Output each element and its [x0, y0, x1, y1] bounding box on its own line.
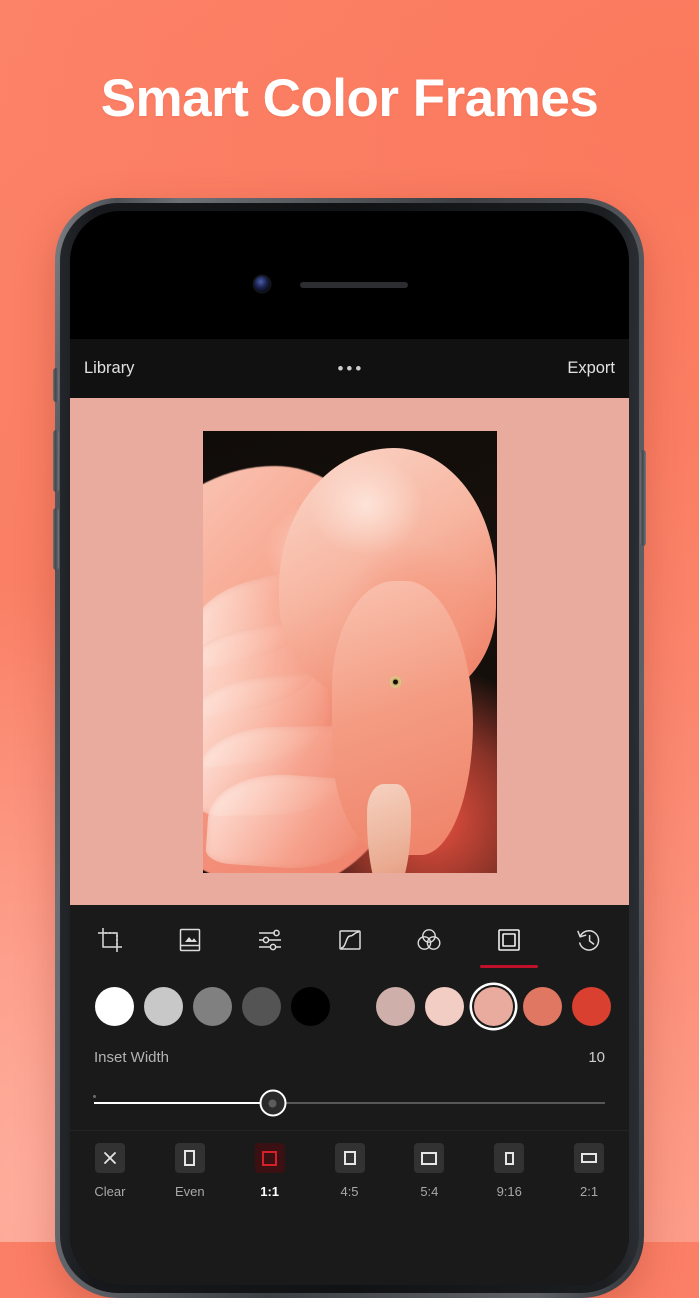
- ratio-even[interactable]: Even: [150, 1143, 230, 1199]
- inset-width-row: Inset Width 10: [70, 1038, 629, 1076]
- history-tool[interactable]: [549, 905, 629, 975]
- app-top-bar: Library ••• Export: [70, 339, 629, 398]
- color-palette[interactable]: [70, 975, 629, 1038]
- ratio-9-16-label: 9:16: [496, 1184, 522, 1199]
- phone-bezel: Library ••• Export Inset Width 10 Clear …: [60, 203, 639, 1293]
- swatch-dark-gray-dot: [242, 987, 281, 1026]
- rect-5-4-icon: [421, 1151, 438, 1165]
- swatch-pale-pink[interactable]: [420, 987, 469, 1026]
- frames-tool[interactable]: [469, 905, 549, 975]
- library-button[interactable]: Library: [84, 359, 134, 378]
- rect-1-1-icon: [262, 1150, 278, 1166]
- swatch-coral[interactable]: [518, 987, 567, 1026]
- flamingo-eye: [389, 675, 403, 688]
- swatch-dusty-rose-dot: [376, 987, 415, 1026]
- swatch-red[interactable]: [567, 987, 616, 1026]
- earpiece-speaker: [300, 282, 408, 288]
- swatch-black-dot: [291, 987, 330, 1026]
- phone-mute-switch: [53, 368, 59, 402]
- rect-even-icon: [184, 1150, 196, 1166]
- inset-width-label: Inset Width: [94, 1048, 170, 1066]
- ratio-2-1[interactable]: 2:1: [549, 1143, 629, 1199]
- swatch-black[interactable]: [286, 987, 335, 1026]
- ratio-5-4[interactable]: 5:4: [389, 1143, 469, 1199]
- rect-2-1-icon: [581, 1153, 598, 1163]
- export-button[interactable]: Export: [567, 359, 615, 378]
- swatch-white[interactable]: [90, 987, 139, 1026]
- ratio-9-16-box: [494, 1143, 525, 1173]
- inset-width-slider-fill: [94, 1102, 273, 1104]
- photo-frame-icon: [179, 928, 201, 952]
- phone-notch-hardware: [70, 273, 629, 297]
- ratio-clear-box: [94, 1143, 125, 1173]
- aspect-ratio-bar: Clear Even 1:1 4:5 5:4 9:16 2:1: [70, 1130, 629, 1285]
- ratio-1-1-label: 1:1: [260, 1184, 280, 1199]
- adjust-tool[interactable]: [230, 905, 310, 975]
- ratio-even-label: Even: [174, 1184, 205, 1199]
- swatch-dusty-rose[interactable]: [371, 987, 420, 1026]
- swatch-coral-dot: [523, 987, 562, 1026]
- ratio-2-1-box: [574, 1143, 605, 1173]
- ratio-clear-label: Clear: [94, 1184, 126, 1199]
- swatch-light-gray-dot: [144, 987, 183, 1026]
- swatch-salmon-pink[interactable]: [469, 987, 518, 1026]
- ratio-4-5-box: [334, 1143, 365, 1173]
- ratio-clear[interactable]: Clear: [70, 1143, 150, 1199]
- swatch-mid-gray[interactable]: [188, 987, 237, 1026]
- phone-volume-up-button: [53, 430, 59, 492]
- ratio-5-4-box: [414, 1143, 445, 1173]
- swatch-dark-gray[interactable]: [237, 987, 286, 1026]
- ratio-9-16[interactable]: 9:16: [469, 1143, 549, 1199]
- curves-icon: [338, 930, 361, 950]
- phone-mockup: Library ••• Export Inset Width 10 Clear …: [53, 198, 646, 1298]
- editor-canvas[interactable]: [70, 398, 629, 905]
- swatch-salmon-pink-dot: [474, 987, 513, 1026]
- color-mix-tool[interactable]: [389, 905, 469, 975]
- page-title: Smart Color Frames: [100, 69, 599, 128]
- slider-min-marker: [93, 1095, 96, 1098]
- swatch-mid-gray-dot: [193, 987, 232, 1026]
- curves-tool[interactable]: [310, 905, 390, 975]
- swatch-light-gray[interactable]: [139, 987, 188, 1026]
- frame-square-icon: [498, 929, 521, 951]
- ratio-4-5-label: 4:5: [340, 1184, 359, 1199]
- ratio-even-box: [174, 1143, 205, 1173]
- ratio-1-1[interactable]: 1:1: [230, 1143, 310, 1199]
- swatch-red-dot: [572, 987, 611, 1026]
- phone-screen: Library ••• Export Inset Width 10 Clear …: [70, 211, 629, 1285]
- phone-power-button: [640, 450, 646, 546]
- sliders-icon: [258, 929, 281, 951]
- phone-volume-down-button: [53, 508, 59, 570]
- crop-icon: [97, 928, 122, 952]
- swatch-white-dot: [95, 987, 134, 1026]
- ratio-5-4-label: 5:4: [420, 1184, 439, 1199]
- more-options-button[interactable]: •••: [337, 359, 364, 379]
- crop-tool[interactable]: [70, 905, 150, 975]
- selected-tool-indicator: [480, 965, 539, 968]
- frame-photo-tool[interactable]: [150, 905, 230, 975]
- editor-toolbar: [70, 905, 629, 975]
- photo-preview[interactable]: [202, 430, 497, 873]
- close-x-icon: [104, 1152, 116, 1164]
- ratio-2-1-label: 2:1: [580, 1184, 599, 1199]
- inset-width-value: 10: [588, 1048, 605, 1066]
- photo-editor-app: Library ••• Export Inset Width 10 Clear …: [70, 339, 629, 1285]
- color-circles-icon: [417, 929, 441, 950]
- rect-4-5-icon: [343, 1151, 356, 1165]
- flamingo-beak: [367, 784, 412, 873]
- ratio-1-1-box: [254, 1143, 285, 1173]
- inset-width-slider-thumb[interactable]: [259, 1089, 287, 1117]
- swatch-pale-pink-dot: [425, 987, 464, 1026]
- inset-width-slider-track[interactable]: [93, 1089, 605, 1117]
- front-camera-icon: [254, 276, 270, 292]
- inset-width-slider-row[interactable]: [70, 1076, 629, 1130]
- history-clock-icon: [577, 930, 600, 951]
- ratio-4-5[interactable]: 4:5: [310, 1143, 390, 1199]
- rect-9-16-icon: [504, 1151, 514, 1165]
